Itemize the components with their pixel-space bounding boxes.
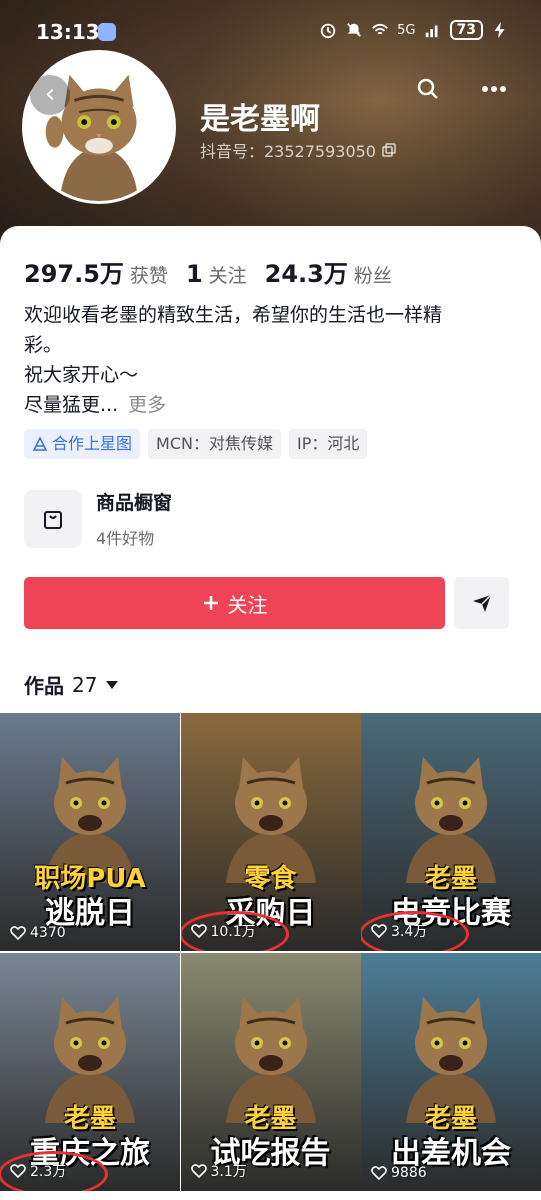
star-map-icon: [32, 436, 48, 451]
share-button[interactable]: [454, 577, 509, 629]
stat-likes[interactable]: 297.5万 获赞: [24, 254, 168, 289]
bio-line: 尽量猛更...: [24, 394, 119, 416]
chevron-down-icon: [106, 680, 119, 689]
video-title-top: 老墨: [244, 1104, 297, 1134]
video-card[interactable]: 职场PUA 逃脱日 4370: [0, 713, 180, 951]
heart-icon: [190, 1164, 207, 1178]
works-label: 作品: [24, 674, 64, 698]
video-grid: 职场PUA 逃脱日 4370 零食 采购日 10.1万 老墨 电竞比赛 3.4万老墨 重庆之旅 2.…: [0, 713, 541, 1191]
search-button[interactable]: [413, 74, 443, 104]
search-icon: [417, 78, 438, 99]
charging-icon: [494, 21, 505, 39]
shop-title: 商品橱窗: [96, 492, 173, 514]
more-button[interactable]: [479, 74, 509, 104]
tab-works[interactable]: 作品 27: [24, 670, 119, 699]
heart-icon: [371, 1166, 387, 1180]
stat-following-label: 关注: [208, 265, 247, 287]
video-title-top: 职场PUA: [34, 864, 146, 894]
more-icon: [482, 86, 506, 92]
alarm-icon: [320, 23, 336, 39]
video-card[interactable]: 老墨 试吃报告 3.1万: [180, 953, 361, 1191]
stat-followers[interactable]: 24.3万 粉丝: [265, 254, 392, 289]
video-title-top: 老墨: [63, 1104, 116, 1134]
tag-xingtu[interactable]: 合作上星图: [24, 429, 141, 459]
shop-window[interactable]: 商品橱窗 4件好物: [24, 488, 172, 549]
plus-icon: [203, 596, 218, 610]
shop-subtitle: 4件好物: [96, 529, 155, 548]
status-bar: 13:13 5G 73: [0, 0, 541, 56]
like-count: 3.4万: [371, 921, 427, 941]
like-count: 3.1万: [190, 1161, 247, 1181]
like-count-text: 10.1万: [210, 924, 256, 940]
like-count-text: 3.4万: [391, 924, 428, 940]
stat-likes-label: 获赞: [129, 265, 168, 287]
network-label: 5G: [397, 22, 416, 38]
bio-line-last: 尽量猛更... 更多: [24, 390, 514, 420]
tag-ip: IP：河北: [288, 429, 368, 459]
send-icon: [472, 594, 492, 612]
heart-icon: [10, 926, 26, 940]
like-count: 4370: [10, 925, 66, 941]
like-count: 9886: [371, 1165, 427, 1181]
stat-following-value: 1: [185, 260, 203, 288]
video-card[interactable]: 老墨 电竞比赛 3.4万: [361, 713, 541, 951]
status-time: 13:13: [36, 20, 100, 44]
works-count: 27: [72, 672, 98, 697]
like-count: 10.1万: [190, 921, 256, 941]
shopping-bag-icon: [44, 510, 62, 529]
like-count-text: 2.3万: [30, 1164, 67, 1180]
stat-following[interactable]: 1 关注: [186, 260, 247, 288]
shop-icon-box: [24, 489, 82, 548]
stat-followers-value: 24.3万: [264, 260, 348, 288]
back-button[interactable]: ‹: [30, 75, 70, 115]
tag-mcn[interactable]: MCN：对焦传媒: [148, 429, 281, 459]
notification-app-icon: [98, 23, 116, 41]
like-count-text: 4370: [30, 925, 66, 941]
video-title-top: 零食: [244, 864, 297, 894]
like-count-text: 9886: [391, 1165, 427, 1181]
bio-line: 欢迎收看老墨的精致生活，希望你的生活也一样精: [24, 304, 443, 326]
like-count: 2.3万: [10, 1161, 66, 1181]
signal-icon: [425, 25, 438, 38]
battery-indicator: 73: [449, 20, 483, 40]
heart-icon: [10, 1164, 26, 1178]
bio: 欢迎收看老墨的精致生活，希望你的生活也一样精 彩。 祝大家开心～ 尽量猛更...…: [24, 300, 514, 420]
header-actions: [413, 74, 509, 104]
profile-page: 13:13 5G 73 ‹ 是老墨啊 抖音号：23527593050 297.5…: [0, 0, 541, 1200]
heart-icon: [190, 924, 207, 938]
nickname: 是老墨啊: [200, 102, 320, 137]
video-card[interactable]: 老墨 重庆之旅 2.3万: [0, 953, 180, 1191]
bio-more-link[interactable]: 更多: [128, 394, 166, 416]
follow-label: 关注: [227, 592, 268, 617]
video-title-top: 老墨: [424, 1104, 477, 1134]
like-count-text: 3.1万: [210, 1164, 247, 1180]
follow-button[interactable]: 关注: [24, 577, 445, 629]
video-card[interactable]: 零食 采购日 10.1万: [180, 713, 361, 951]
mute-icon: [347, 23, 362, 37]
douyin-id-text: 抖音号：23527593050: [200, 142, 376, 161]
bio-line: 祝大家开心～: [24, 364, 139, 386]
heart-icon: [371, 924, 387, 938]
profile-card: 297.5万 获赞 1 关注 24.3万 粉丝 欢迎收看老墨的精致生活，希望你的生活也…: [0, 226, 541, 1200]
wifi-icon: [372, 23, 388, 35]
copy-icon[interactable]: [382, 143, 396, 157]
bio-line: 彩。: [24, 334, 63, 356]
tag-xingtu-label: 合作上星图: [52, 434, 133, 453]
stats-row: 297.5万 获赞 1 关注 24.3万 粉丝: [24, 254, 392, 289]
avatar[interactable]: [22, 50, 176, 204]
stat-likes-value: 297.5万: [24, 260, 124, 288]
tag-row: 合作上星图 MCN：对焦传媒 IP：河北: [24, 429, 368, 459]
video-title-top: 老墨: [424, 864, 477, 894]
douyin-id: 抖音号：23527593050: [200, 138, 396, 162]
video-card[interactable]: 老墨 出差机会 9886: [361, 953, 541, 1191]
stat-followers-label: 粉丝: [353, 265, 392, 287]
